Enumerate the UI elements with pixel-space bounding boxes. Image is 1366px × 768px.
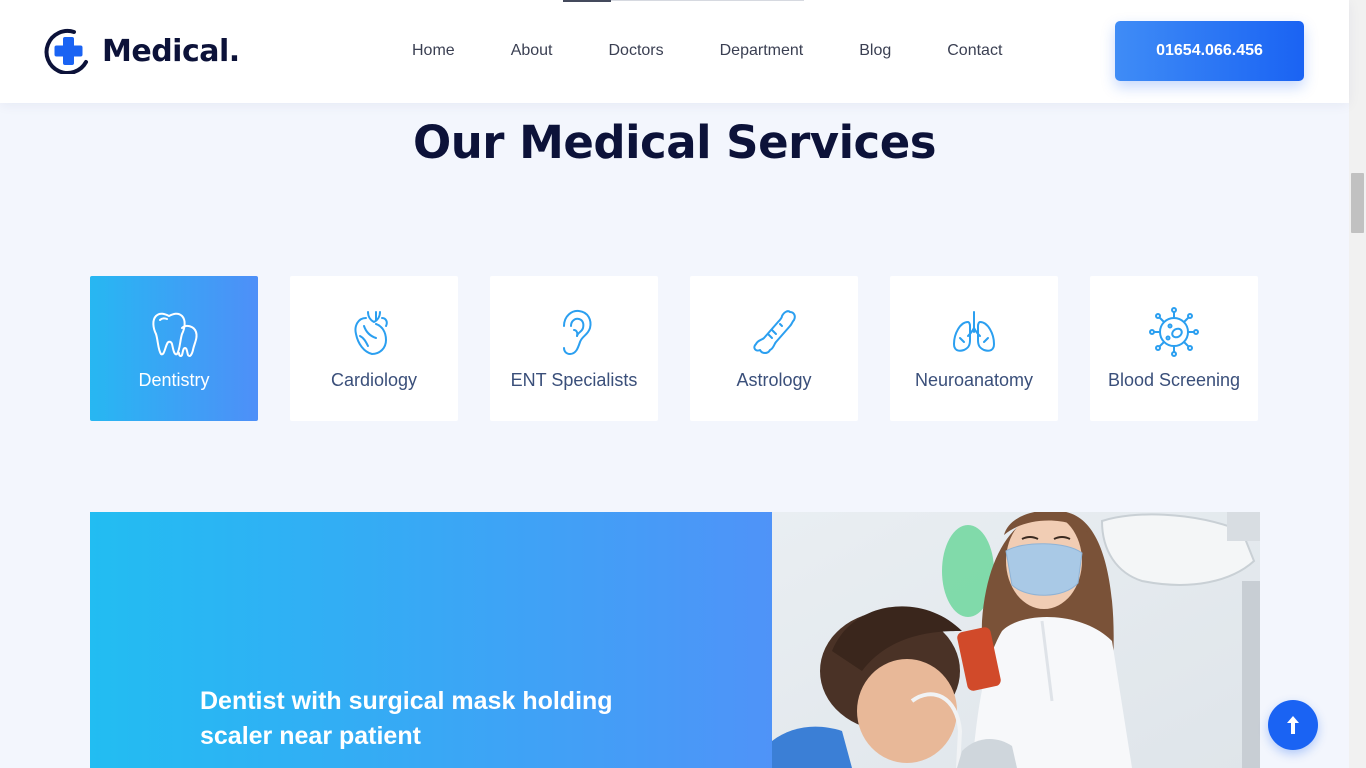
logo[interactable]: Medical.: [44, 28, 240, 74]
dentist-illustration: [772, 512, 1260, 768]
services-list: Dentistry Cardiology ENT Specialists Ast…: [90, 276, 1258, 421]
feature-title: Dentist with surgical mask holding scale…: [200, 687, 613, 750]
heart-icon: [344, 302, 404, 362]
phone-button[interactable]: 01654.066.456: [1115, 21, 1304, 81]
nav-contact[interactable]: Contact: [947, 40, 1002, 62]
tab-indicator: [563, 0, 611, 2]
nav-blog[interactable]: Blog: [859, 40, 891, 62]
arrow-up-icon: [1287, 716, 1299, 734]
service-card-neuroanatomy[interactable]: Neuroanatomy: [890, 276, 1058, 421]
tab-indicator-track: [611, 0, 804, 1]
main-nav: Home About Doctors Department Blog Conta…: [412, 40, 1002, 62]
nav-doctors[interactable]: Doctors: [609, 40, 664, 62]
service-label: ENT Specialists: [510, 370, 638, 390]
service-feature: Dentist with surgical mask holding scale…: [90, 512, 1260, 768]
service-label: Neuroanatomy: [914, 370, 1034, 390]
service-label: Cardiology: [330, 370, 418, 390]
feature-panel: Dentist with surgical mask holding scale…: [90, 512, 772, 768]
logo-text: Medical.: [102, 33, 240, 69]
service-card-blood-screening[interactable]: Blood Screening: [1090, 276, 1258, 421]
lungs-icon: [944, 302, 1004, 362]
dentist-photo: [772, 512, 1260, 768]
scrollbar-thumb[interactable]: [1351, 173, 1364, 233]
ear-icon: [544, 302, 604, 362]
scrollbar-track[interactable]: [1349, 0, 1366, 768]
nav-home[interactable]: Home: [412, 40, 455, 62]
nav-about[interactable]: About: [511, 40, 553, 62]
service-card-cardiology[interactable]: Cardiology: [290, 276, 458, 421]
service-card-ent-specialists[interactable]: ENT Specialists: [490, 276, 658, 421]
service-label: Dentistry: [138, 370, 210, 390]
service-card-dentistry[interactable]: Dentistry: [90, 276, 258, 421]
service-card-astrology[interactable]: Astrology: [690, 276, 858, 421]
virus-icon: [1144, 302, 1204, 362]
site-header: Medical. Home About Doctors Department B…: [0, 0, 1349, 103]
nav-department[interactable]: Department: [720, 40, 804, 62]
bone-icon: [744, 302, 804, 362]
medical-cross-logo-icon: [44, 29, 88, 74]
service-label: Blood Screening: [1107, 370, 1241, 390]
service-label: Astrology: [736, 370, 812, 390]
tooth-icon: [144, 302, 204, 362]
back-to-top-button[interactable]: [1268, 700, 1318, 750]
section-title: Our Medical Services: [412, 116, 937, 169]
